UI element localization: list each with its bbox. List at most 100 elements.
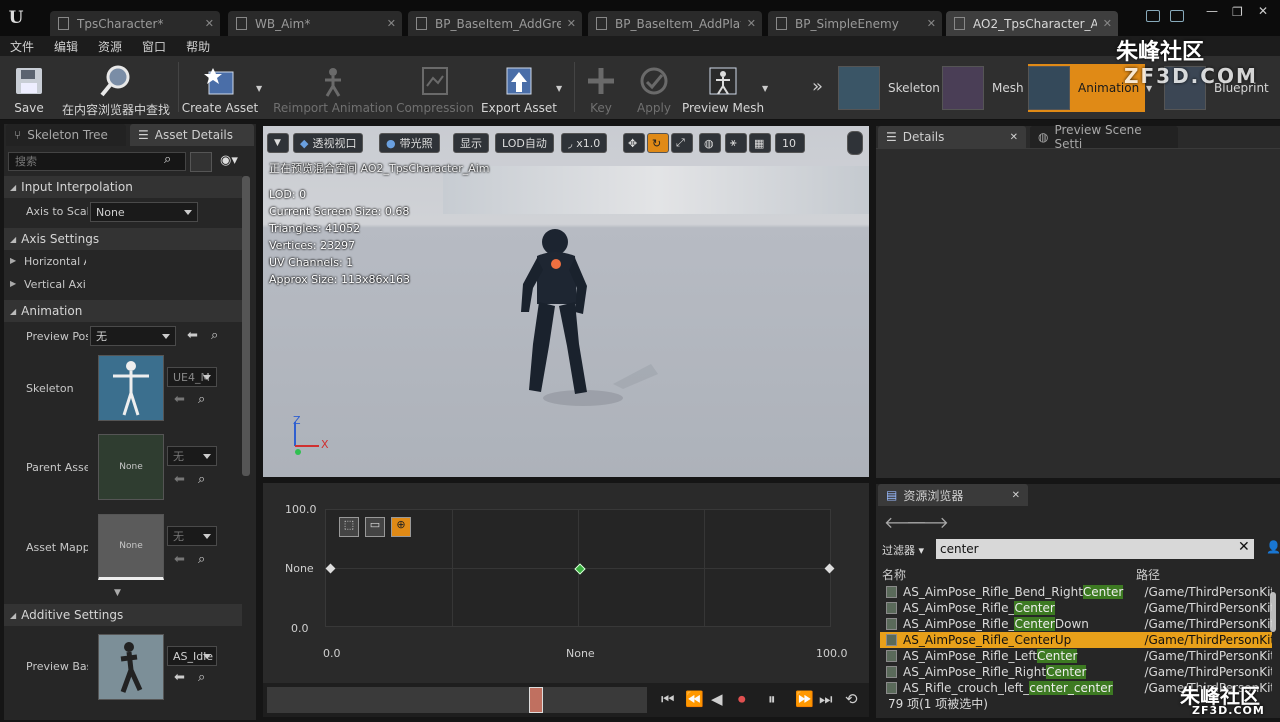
filter-button[interactable]: 过滤器 ▾ [882,542,924,558]
chevron-down-icon[interactable]: ▼ [762,84,768,93]
forward-arrow-icon[interactable]: 🡒 [906,512,949,532]
tab-tpscharacter[interactable]: TpsCharacter* ✕ [50,11,220,36]
asset-mapping-dropdown[interactable]: 无 [167,526,217,546]
lit-mode-button[interactable]: ● 带光照 [379,133,440,153]
tab-ao2-tpscharacter-aim[interactable]: AO2_TpsCharacter_Aim*✕ [946,11,1118,36]
show-button[interactable]: 显示 [453,133,489,153]
key-button[interactable]: Key [584,56,618,118]
asset-row[interactable]: AS_AimPose_Rifle_Bend_RightCenter/Game/T… [880,584,1272,600]
overflow-chevron-icon[interactable]: » [812,76,823,97]
preview-viewport[interactable]: ▼ ◆ 透视视口 ● 带光照 显示 LOD自动 ◞ x1.0 ✥ ↻ ⤢ ◍ ⚹ ▦ … [263,126,869,477]
playback-speed-button[interactable]: ◞ x1.0 [561,133,608,153]
viewport-options-icon[interactable] [847,131,863,155]
asset-row[interactable]: AS_AimPose_Rifle_Center/Game/ThirdPerson… [880,600,1272,616]
chevron-down-icon[interactable]: ▼ [556,84,562,93]
section-axis-settings[interactable]: ◢ Axis Settings [4,228,242,250]
loop-icon[interactable]: ⟲ [845,690,858,708]
asset-row[interactable]: AS_AimPose_Rifle_CenterDown/Game/ThirdPe… [880,616,1272,632]
preview-base-thumbnail[interactable] [98,634,164,700]
snap-icon[interactable]: ⚹ [725,133,747,153]
pause-icon[interactable]: ⏸ [768,690,776,708]
marketplace-icon[interactable] [1170,10,1184,22]
tab-content-browser[interactable]: ▤ 资源浏览器 ✕ [878,484,1028,506]
close-window-icon[interactable]: ✕ [1258,4,1268,18]
arrow-left-icon[interactable]: ⬅ [187,328,198,343]
horizontal-axis-label[interactable]: Horizontal Axis [24,255,86,268]
vertical-axis-label[interactable]: Vertical Axis [24,278,86,291]
section-input-interpolation[interactable]: ◢ Input Interpolation [4,176,242,198]
scrollbar[interactable] [242,176,250,476]
section-animation[interactable]: ◢ Animation [4,300,242,322]
user-icon[interactable]: 👤 [1266,540,1280,554]
expand-arrow-icon[interactable]: ▶ [10,279,16,288]
menu-file[interactable]: 文件 [0,38,44,55]
chevron-down-icon[interactable]: ▼ [256,84,262,93]
feedback-icon[interactable] [1146,10,1160,22]
close-icon[interactable]: ✕ [1012,490,1020,501]
preview-base-dropdown[interactable]: AS_Idle [167,646,217,666]
close-icon[interactable]: ✕ [205,17,214,30]
arrow-left-icon[interactable]: ⬅ [174,552,185,567]
preview-pose-dropdown[interactable]: 无 [90,326,176,346]
blend-space-graph[interactable]: ⬚ ▭ ⊕ 100.0 None 0.0 0.0 None 100.0 [263,483,869,683]
go-to-start-icon[interactable]: ⏮ [661,690,675,708]
unreal-logo-icon[interactable]: U [4,6,28,30]
eye-icon[interactable]: ◉▾ [220,153,238,168]
arrow-left-icon[interactable]: ⬅ [174,670,185,685]
menu-window[interactable]: 窗口 [132,38,176,55]
play-reverse-icon[interactable]: ◀ [711,690,723,708]
record-icon[interactable]: ⏺ [738,690,746,708]
browse-icon[interactable]: ⌕ [211,328,218,343]
close-icon[interactable]: ✕ [1010,132,1018,143]
minimize-icon[interactable]: — [1206,4,1218,18]
compression-button[interactable]: Compression [396,56,474,118]
parent-asset-thumbnail[interactable]: None [98,434,164,500]
column-path[interactable]: 路径 [1136,566,1160,583]
expand-more-icon[interactable]: ▼ [114,588,121,598]
tab-skeleton-tree[interactable]: ⑂ Skeleton Tree [6,124,126,146]
reimport-animation-button[interactable]: Reimport Animation [273,56,393,118]
browse-icon[interactable]: ⌕ [198,472,205,487]
grid-snap-icon[interactable]: ▦ [749,133,771,153]
create-asset-button[interactable]: Create Asset [182,56,258,118]
arrow-left-icon[interactable]: ⬅ [174,392,185,407]
go-to-end-icon[interactable]: ⏭ [819,690,833,708]
perspective-button[interactable]: ◆ 透视视口 [293,133,364,153]
translate-icon[interactable]: ✥ [623,133,645,153]
preview-mesh-button[interactable]: Preview Mesh [682,56,764,118]
asset-row[interactable]: AS_AimPose_Rifle_LeftCenter/Game/ThirdPe… [880,648,1272,664]
clear-search-icon[interactable]: ✕ [1238,539,1250,555]
tab-bp-additem-player[interactable]: BP_BaseItem_AddPlayer✕ [588,11,762,36]
close-icon[interactable]: ✕ [387,17,396,30]
close-icon[interactable]: ✕ [567,17,576,30]
tab-wb-aim[interactable]: WB_Aim* ✕ [228,11,402,36]
step-back-icon[interactable]: ⏪ [685,690,704,708]
world-space-icon[interactable]: ◍ [699,133,721,153]
fit-icon[interactable]: ⊕ [391,517,411,537]
asset-row[interactable]: AS_AimPose_Rifle_CenterUp/Game/ThirdPers… [880,632,1272,648]
tab-asset-details[interactable]: ☰ Asset Details [130,124,254,146]
lod-button[interactable]: LOD自动 [495,133,554,153]
timeline-track[interactable] [267,687,647,713]
close-icon[interactable]: ✕ [1103,17,1112,30]
column-name[interactable]: 名称 [882,566,906,583]
browse-icon[interactable]: ⌕ [198,552,205,567]
tab-bp-additem-grenade[interactable]: BP_BaseItem_AddGrena✕ [408,11,582,36]
asset-row[interactable]: AS_AimPose_Rifle_RightCenter/Game/ThirdP… [880,664,1272,680]
skeleton-thumbnail[interactable] [98,355,164,421]
view-options-icon[interactable] [190,152,212,172]
rotate-icon[interactable]: ↻ [647,133,669,153]
timeline-scrubber[interactable] [529,687,543,713]
asset-mapping-thumbnail[interactable]: None [98,514,164,580]
apply-button[interactable]: Apply [634,56,674,118]
tab-details[interactable]: ☰ Details ✕ [878,126,1026,148]
menu-help[interactable]: 帮助 [176,38,220,55]
parent-asset-dropdown[interactable]: 无 [167,446,217,466]
save-button[interactable]: Save [8,56,50,118]
scale-icon[interactable]: ⤢ [671,133,693,153]
maximize-icon[interactable]: ❐ [1232,5,1243,19]
browse-icon[interactable]: ⌕ [198,670,205,685]
skeleton-dropdown[interactable]: UE4_M [167,367,217,387]
viewport-menu-button[interactable]: ▼ [267,133,289,153]
tab-preview-scene-settings[interactable]: ◍ Preview Scene Setti [1030,123,1178,151]
